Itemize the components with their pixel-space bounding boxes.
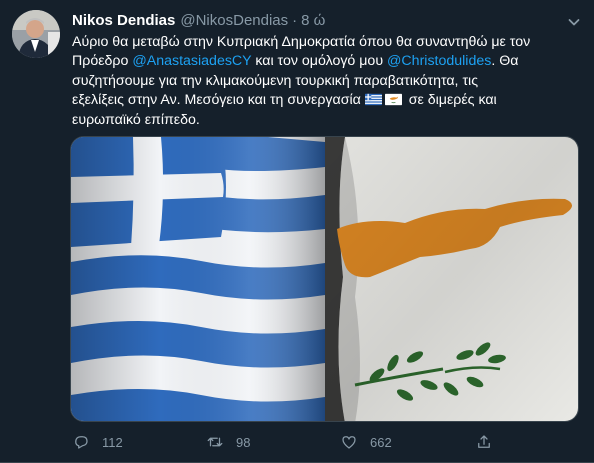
- mention-link[interactable]: @AnastasiadesCY: [132, 53, 251, 69]
- tweet-media-image[interactable]: [70, 136, 579, 422]
- more-options-chevron-icon[interactable]: [562, 10, 586, 34]
- share-icon: [478, 435, 490, 448]
- author-handle[interactable]: @NikosDendias: [180, 12, 288, 29]
- retweet-icon: [207, 437, 223, 447]
- tweet-text-line: Αύριο θα μεταβώ στην Κυπριακή Δημοκρατία…: [72, 34, 531, 50]
- like-count: 662: [370, 434, 392, 450]
- cyprus-flag-image: [325, 137, 578, 421]
- tweet-text-segment: Πρόεδρο: [72, 53, 133, 70]
- cyprus-flag-emoji-icon: [384, 93, 402, 106]
- tweet-text-segment: . Θα: [491, 53, 519, 70]
- tweet-text-line: εξελίξεις στην Αν. Μεσόγειο και τη συνερ…: [72, 91, 588, 110]
- tweet-text-segment: και τον ομόλογό μου: [251, 53, 388, 70]
- separator-dot: ·: [292, 11, 298, 29]
- tweet-actions: 112 98 662: [72, 432, 588, 452]
- reply-button[interactable]: 112: [72, 432, 123, 452]
- reply-icon: [75, 436, 88, 449]
- share-button[interactable]: [475, 432, 493, 452]
- tweet-text-line: συζητήσουμε για την κλιμακούμενη τουρκικ…: [72, 72, 479, 89]
- retweet-count: 98: [236, 434, 251, 450]
- tweet-time[interactable]: 8 ώ: [301, 12, 325, 29]
- tweet-text-segment: σε διμερές και: [404, 92, 497, 109]
- tweet-text-line: ευρωπαϊκό επίπεδο.: [72, 111, 200, 128]
- tweet-header: Nikos Dendias @NikosDendias · 8 ώ: [72, 10, 325, 30]
- tweet-text-line: Πρόεδρο @AnastasiadesCY και τον ομόλογό …: [72, 52, 588, 71]
- mention-link[interactable]: @Christodulides: [387, 53, 491, 69]
- tweet[interactable]: Nikos Dendias @NikosDendias · 8 ώ Αύριο …: [0, 0, 594, 463]
- author-name[interactable]: Nikos Dendias: [72, 12, 175, 29]
- avatar[interactable]: [12, 10, 60, 58]
- like-button[interactable]: 662: [340, 432, 392, 452]
- greece-flag-image: [71, 137, 325, 421]
- tweet-text-segment: εξελίξεις στην Αν. Μεσόγειο και τη συνερ…: [72, 92, 365, 109]
- heart-icon: [342, 436, 356, 449]
- greece-flag-emoji-icon: [364, 93, 382, 106]
- tweet-text: Αύριο θα μεταβώ στην Κυπριακή Δημοκρατία…: [72, 33, 588, 130]
- retweet-button[interactable]: 98: [206, 432, 250, 452]
- reply-count: 112: [102, 434, 123, 450]
